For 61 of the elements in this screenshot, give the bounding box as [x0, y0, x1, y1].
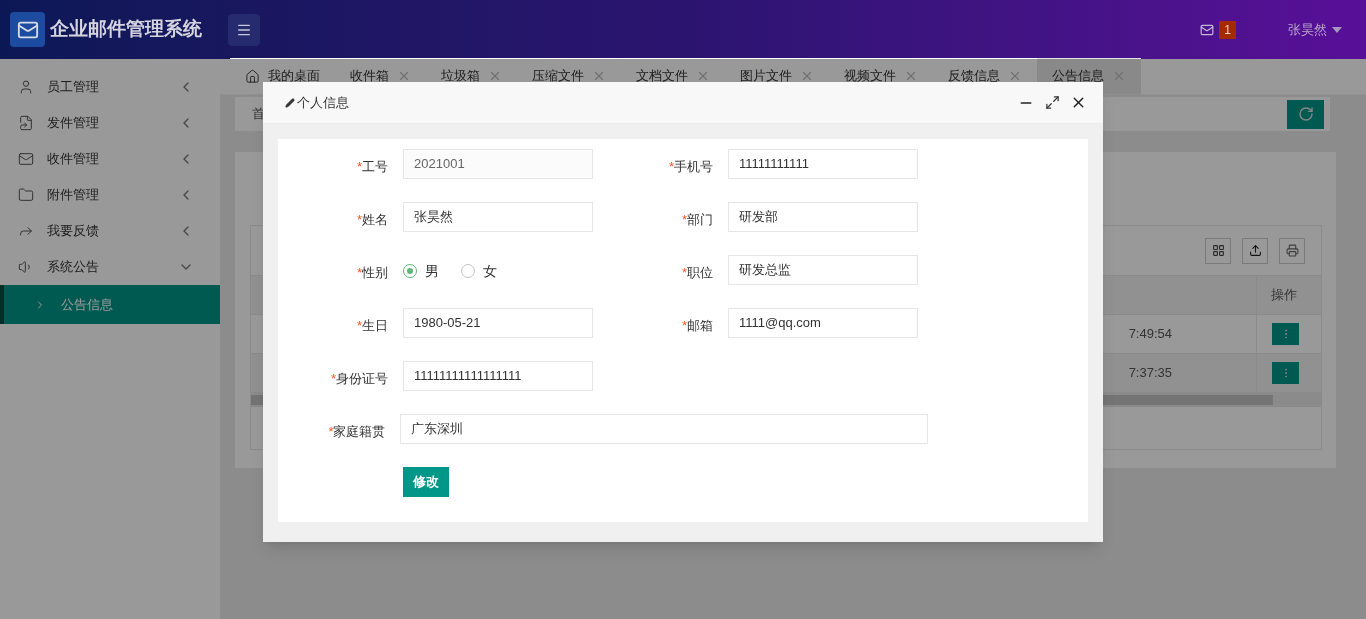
upload-icon [1248, 244, 1262, 257]
maximize-icon[interactable] [1045, 95, 1060, 110]
columns-button[interactable] [1205, 237, 1231, 264]
sidebar-item[interactable]: 附件管理 [0, 177, 220, 213]
field-label: *生日 [355, 317, 388, 336]
edit-icon [285, 97, 295, 108]
mail-logo-icon [10, 12, 45, 47]
grid-icon [1211, 244, 1225, 257]
input-field[interactable]: 张昊然 [403, 202, 593, 232]
refresh-button[interactable] [1287, 99, 1324, 129]
mail-icon [18, 151, 34, 167]
close-icon [488, 69, 502, 83]
submit-button[interactable]: 修改 [403, 467, 449, 497]
table-cell-text: 7:49:54 [1128, 325, 1172, 344]
field-label: *家庭籍贯 [327, 423, 386, 442]
export-button[interactable] [1242, 237, 1268, 264]
field-label: *姓名 [355, 211, 388, 230]
input-field[interactable]: 11111111111111111 [403, 361, 593, 391]
user-name[interactable]: 张昊然 [1288, 19, 1327, 40]
home-icon [245, 68, 260, 84]
field-label: *部门 [680, 211, 713, 230]
mail-icon[interactable] [1200, 22, 1215, 37]
close-icon [904, 69, 918, 83]
input-field[interactable]: 研发总监 [728, 255, 918, 285]
field-label: *性别 [355, 264, 388, 283]
sidebar-item[interactable]: 员工管理 [0, 69, 220, 105]
close-icon [397, 69, 411, 83]
sidebar-item[interactable]: 收件管理 [0, 141, 220, 177]
sidebar-item[interactable]: 系统公告 [0, 249, 220, 285]
close-icon [592, 69, 606, 83]
input-field[interactable]: 研发部 [728, 202, 918, 232]
print-button[interactable] [1279, 237, 1305, 264]
input-field[interactable]: 广东深圳 [400, 414, 928, 444]
sidebar-item[interactable]: 发件管理 [0, 105, 220, 141]
menu-button[interactable] [228, 13, 260, 46]
modal-title: 个人信息 [297, 93, 350, 112]
input-field[interactable]: 1980-05-21 [403, 308, 593, 338]
close-icon [696, 69, 710, 83]
field-label: *工号 [355, 158, 388, 177]
field-label: *邮箱 [680, 317, 713, 336]
close-icon [1112, 69, 1126, 83]
field-label: *身份证号 [329, 370, 388, 389]
input-field[interactable]: 11111111111 [728, 149, 918, 179]
close-icon [800, 69, 814, 83]
sidebar-item[interactable]: 我要反馈 [0, 213, 220, 249]
radio-option[interactable]: 女 [461, 258, 497, 282]
app-title: 企业邮件管理系统 [50, 17, 202, 42]
print-icon [1285, 244, 1299, 257]
radio-option[interactable]: 男 [403, 258, 439, 282]
document-icon [18, 115, 34, 131]
user-icon [18, 79, 34, 95]
field-label: *手机号 [667, 158, 713, 177]
refresh-icon [1297, 106, 1314, 122]
column-header: 操作 [1256, 276, 1321, 314]
mail-count-badge: 1 [1219, 20, 1236, 39]
caret-icon [1332, 26, 1342, 33]
field-label: *职位 [680, 264, 713, 283]
table-cell-text: 7:37:35 [1128, 364, 1172, 383]
folder-icon [18, 187, 34, 203]
close-icon [1008, 69, 1022, 83]
input-field[interactable]: 1111@qq.com [728, 308, 918, 338]
